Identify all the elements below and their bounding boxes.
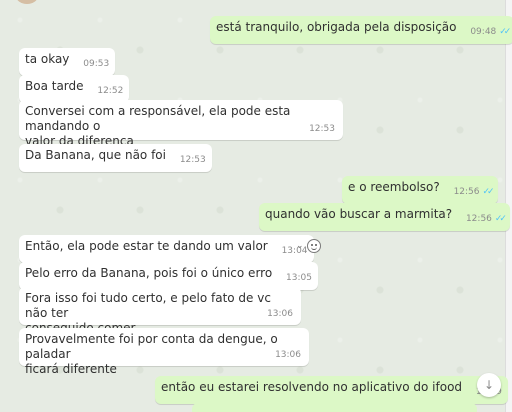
message-text: Então, ela pode estar te dando um valor <box>25 239 268 253</box>
message-time: 13:06 <box>275 350 301 360</box>
message-time: 12:56 ✓✓ <box>466 212 507 227</box>
message-incoming[interactable]: Provavelmente foi por conta da dengue, o… <box>19 328 309 376</box>
message-incoming[interactable]: Pelo erro da Banana, pois foi o único er… <box>19 262 318 290</box>
arrow-down-icon: ↓ <box>483 378 495 392</box>
message-time: 13:05 <box>286 273 312 283</box>
message-outgoing[interactable]: está tranquilo, obrigada pela disposição… <box>210 16 512 44</box>
double-check-icon: ✓✓ <box>499 27 511 37</box>
message-time: 09:48 ✓✓ <box>470 25 511 40</box>
message-incoming[interactable]: Então, ela pode estar te dando um valor … <box>19 235 314 263</box>
message-text-line: Conversei com a responsável, ela pode es… <box>25 104 291 133</box>
double-check-icon: ✓✓ <box>494 214 507 224</box>
message-text-line: Provavelmente foi por conta da dengue, o… <box>25 332 278 361</box>
message-incoming[interactable]: ta okay 09:53 <box>19 48 116 76</box>
double-check-icon: ✓✓ <box>482 187 495 197</box>
message-outgoing-partial[interactable] <box>192 403 477 412</box>
message-time: 12:56 ✓✓ <box>454 185 495 200</box>
message-incoming[interactable]: Boa tarde 12:52 <box>19 75 130 103</box>
message-text: então eu estarei resolvendo no aplicativ… <box>161 380 463 394</box>
message-text: está tranquilo, obrigada pela disposição <box>216 20 457 34</box>
message-time: 12:52 <box>97 86 124 96</box>
message-incoming[interactable]: Conversei com a responsável, ela pode es… <box>19 100 343 148</box>
message-outgoing[interactable]: e o reembolso? 12:56 ✓✓ <box>342 176 498 204</box>
message-text: e o reembolso? <box>348 180 440 194</box>
message-text: quando vão buscar a marmita? <box>265 207 453 221</box>
message-time: 13:06 <box>267 309 293 319</box>
message-text-line: Fora isso foi tudo certo, e pelo fato de… <box>25 291 271 320</box>
message-incoming[interactable]: Fora isso foi tudo certo, e pelo fato de… <box>19 287 301 335</box>
message-time: 09:53 <box>83 59 110 69</box>
message-incoming[interactable]: Da Banana, que não foi 12:53 <box>19 144 212 172</box>
chevron-down-icon[interactable]: ⌄ <box>296 241 304 251</box>
message-text-line: ficará diferente <box>25 362 117 376</box>
emoji-icon[interactable] <box>306 239 321 253</box>
message-text: ta okay <box>25 52 70 66</box>
message-time: 12:53 <box>179 155 206 165</box>
message-time: 12:53 <box>309 124 335 134</box>
message-outgoing[interactable]: então eu estarei resolvendo no aplicativ… <box>155 376 508 404</box>
scroll-down-button[interactable]: ↓ <box>477 373 501 397</box>
message-actions: ⌄ <box>296 238 321 254</box>
message-text: Boa tarde <box>25 79 84 93</box>
message-outgoing[interactable]: quando vão buscar a marmita? 12:56 ✓✓ <box>259 203 510 231</box>
message-text: Pelo erro da Banana, pois foi o único er… <box>25 266 273 280</box>
message-text: Da Banana, que não foi <box>25 148 166 162</box>
